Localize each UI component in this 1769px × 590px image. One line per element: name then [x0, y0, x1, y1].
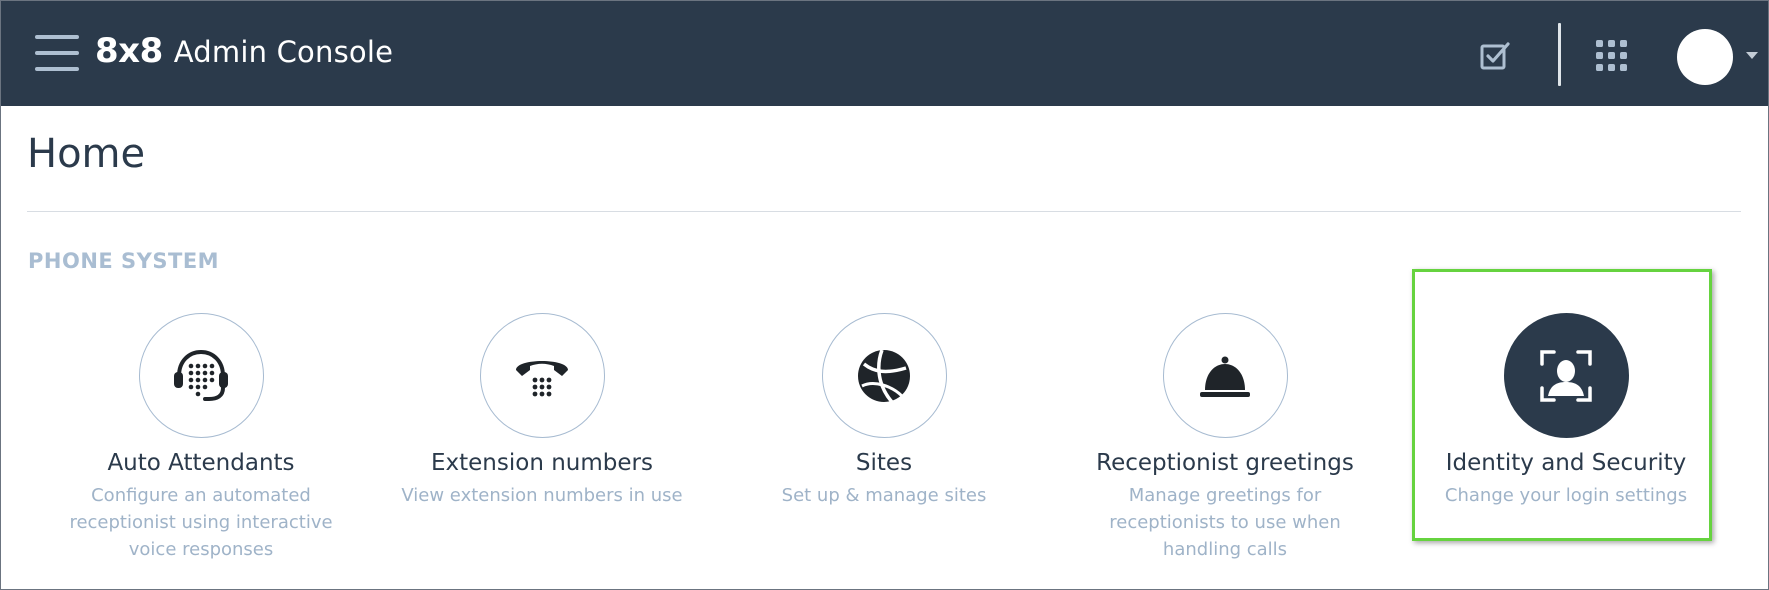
- card-title: Sites: [855, 450, 913, 476]
- brand[interactable]: 8x8 Admin Console: [95, 31, 393, 79]
- grid-icon[interactable]: [1595, 39, 1628, 72]
- card-icon-circle: [479, 313, 605, 438]
- card-receptionist-greetings[interactable]: Receptionist greetings Manage greetings …: [1065, 313, 1385, 563]
- checkbox-icon[interactable]: [1479, 40, 1511, 72]
- card-icon-circle: [1162, 313, 1288, 438]
- card-description: Set up & manage sites: [781, 485, 987, 506]
- card-title: Auto Attendants: [107, 450, 295, 476]
- top-navigation-bar: 8x8 Admin Console: [1, 1, 1768, 106]
- header-divider: [1558, 23, 1561, 86]
- card-description: Manage greetings for receptionists to us…: [1109, 485, 1341, 560]
- brand-logo: 8x8: [95, 31, 163, 71]
- selection-highlight: [1412, 269, 1712, 541]
- page-title: Home: [27, 131, 146, 177]
- service-bell-icon: [1200, 356, 1250, 397]
- app-title: Admin Console: [173, 35, 394, 69]
- card-description: Configure an automated receptionist usin…: [69, 485, 333, 560]
- phone-keypad-icon: [516, 360, 568, 396]
- section-divider: [27, 211, 1741, 212]
- avatar[interactable]: [1677, 29, 1733, 85]
- card-extension-numbers[interactable]: Extension numbers View extension numbers…: [382, 313, 702, 509]
- hamburger-icon[interactable]: [35, 35, 79, 71]
- card-icon-circle: [138, 313, 264, 438]
- section-label-phone-system: PHONE SYSTEM: [28, 249, 220, 273]
- card-title: Extension numbers: [431, 450, 653, 476]
- card-description: View extension numbers in use: [401, 485, 683, 506]
- card-title: Receptionist greetings: [1096, 450, 1354, 476]
- chevron-down-icon[interactable]: [1746, 52, 1758, 59]
- card-icon-circle: [821, 313, 947, 438]
- globe-icon: [858, 348, 910, 403]
- card-auto-attendants[interactable]: Auto Attendants Configure an automated r…: [41, 313, 361, 563]
- card-sites[interactable]: Sites Set up & manage sites: [724, 313, 1044, 509]
- headset-icon: [174, 349, 228, 401]
